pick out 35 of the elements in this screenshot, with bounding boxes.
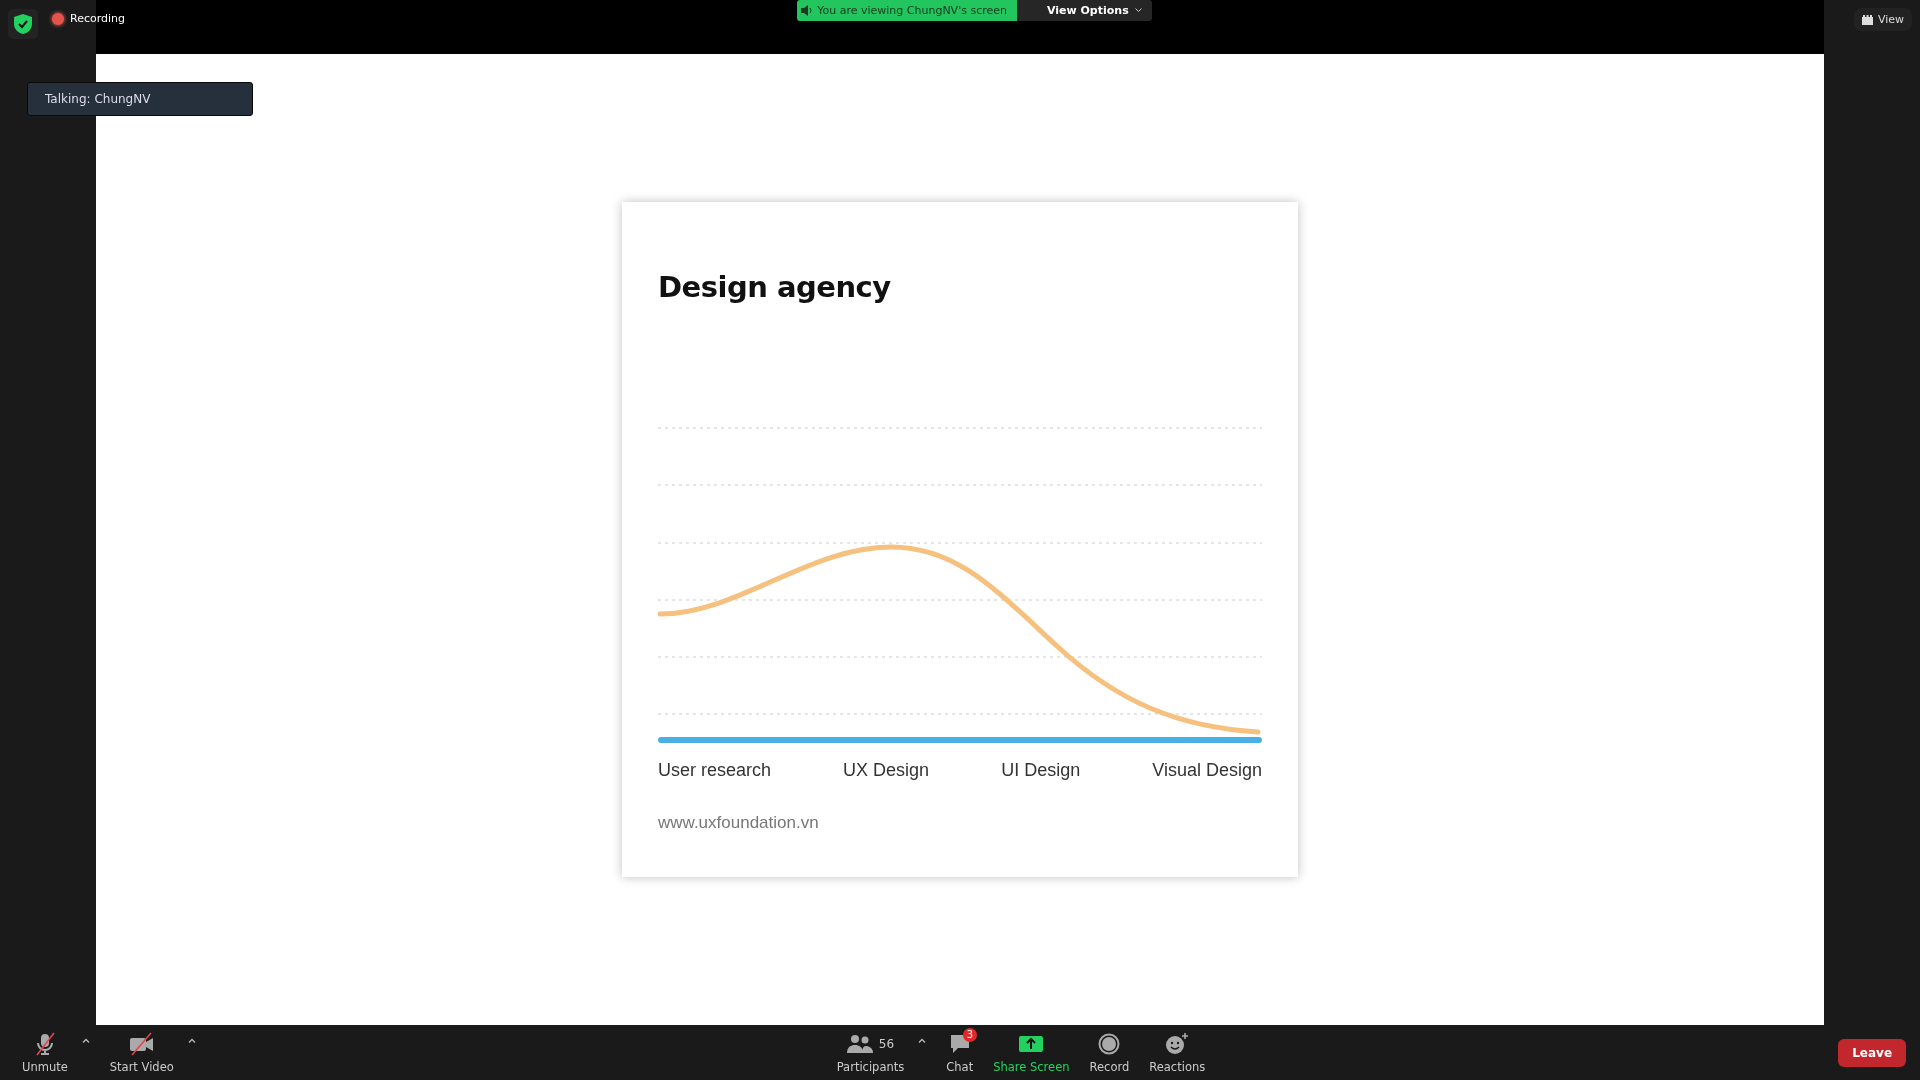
website-url: www.uxfoundation.vn xyxy=(658,813,820,833)
leave-button[interactable]: Leave xyxy=(1838,1038,1906,1067)
participants-button[interactable]: 56 Participants xyxy=(828,1027,913,1078)
share-button[interactable]: Share Screen xyxy=(985,1027,1078,1078)
record-icon xyxy=(1098,1033,1121,1055)
chat-button[interactable]: Chat 3 xyxy=(938,1027,982,1078)
viewing-text: You are viewing ChungNV's screen xyxy=(817,4,1007,17)
share-screen-icon xyxy=(1019,1036,1044,1052)
participant-count: 56 xyxy=(878,1037,895,1051)
slide-title: Design agency xyxy=(658,270,892,304)
smiley-plus-icon xyxy=(1165,1032,1190,1056)
speaker-icon xyxy=(801,5,814,16)
chevron-icon xyxy=(1134,8,1142,13)
unread-badge: 3 xyxy=(962,1028,978,1042)
talking-indicator: Talking: ChungNV xyxy=(27,82,253,116)
caret-icon xyxy=(81,1038,90,1043)
recording-label: Recording xyxy=(70,12,126,25)
caret-icon xyxy=(918,1038,927,1043)
view-options-button[interactable]: View Options xyxy=(1016,0,1152,21)
stage-label: User research xyxy=(658,760,772,781)
caret-icon xyxy=(187,1038,196,1043)
shield-icon[interactable] xyxy=(8,9,38,39)
reactions-button[interactable]: Reactions xyxy=(1141,1027,1214,1078)
record-button[interactable]: Record xyxy=(1081,1027,1138,1078)
muted-camera-icon xyxy=(128,1032,155,1056)
view-button[interactable]: View xyxy=(1853,8,1912,31)
grid-icon xyxy=(1861,14,1873,25)
recording-dot-icon xyxy=(52,12,64,25)
mic-button[interactable]: Unmute xyxy=(14,1027,76,1078)
stage-label: UI Design xyxy=(1001,760,1081,781)
muted-microphone-icon xyxy=(33,1032,56,1056)
people-icon xyxy=(846,1034,873,1054)
stage-label: UX Design xyxy=(843,760,930,781)
video-button[interactable]: Start Video xyxy=(101,1027,182,1078)
stage-label: Visual Design xyxy=(1152,760,1262,781)
